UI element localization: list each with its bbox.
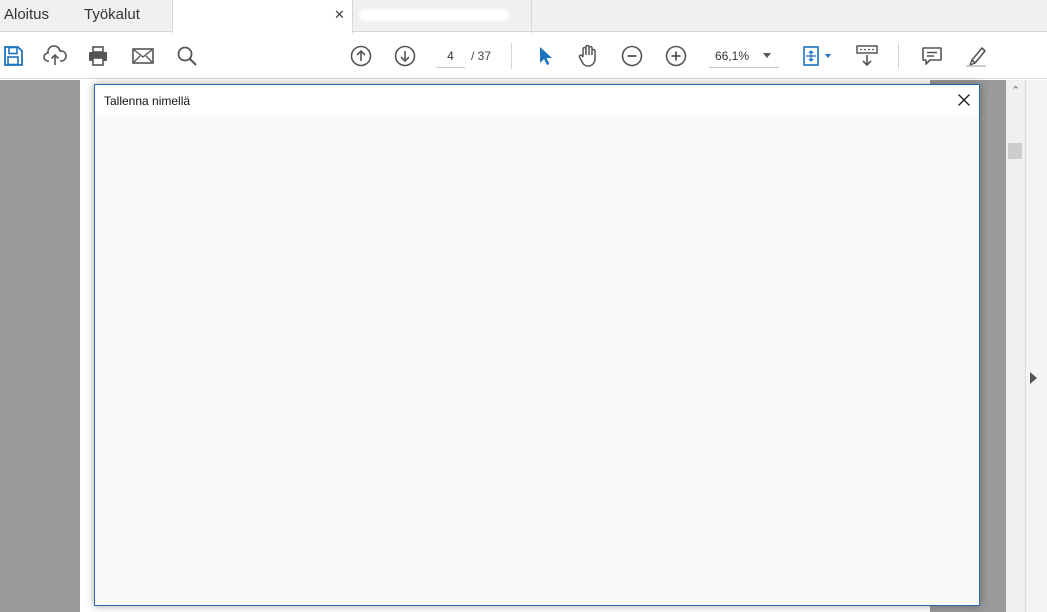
select-cursor-icon[interactable] [532, 43, 558, 69]
tab-home[interactable]: Aloitus [4, 0, 49, 32]
tab-tools[interactable]: Työkalut [84, 0, 140, 32]
scrollbar-thumb[interactable] [1008, 143, 1022, 159]
chevron-down-icon [763, 53, 771, 58]
cloud-upload-icon[interactable] [42, 43, 68, 69]
scroll-mode-icon[interactable] [854, 43, 880, 69]
save-icon[interactable] [0, 43, 26, 69]
toolbar-separator [898, 43, 899, 69]
toolbar-separator [511, 43, 512, 69]
tab-bar: Aloitus Työkalut ✕ [0, 0, 1047, 33]
dialog-titlebar[interactable]: Tallenna nimellä [95, 85, 979, 115]
print-icon[interactable] [85, 43, 111, 69]
close-icon[interactable] [955, 91, 973, 109]
tab-document-2[interactable] [352, 0, 532, 33]
right-pane [1025, 80, 1047, 612]
hand-tool-icon[interactable] [575, 43, 601, 69]
expand-panel-icon[interactable] [1030, 372, 1037, 384]
redacted-title [359, 9, 509, 21]
page-number-input[interactable] [436, 44, 465, 68]
zoom-dropdown[interactable]: 66,1% [709, 44, 779, 68]
dialog-title: Tallenna nimellä [104, 94, 191, 108]
zoom-out-icon[interactable] [619, 43, 645, 69]
save-as-dialog: Tallenna nimellä [94, 84, 980, 606]
vertical-scrollbar[interactable]: ⌃ [1006, 80, 1025, 612]
scroll-up-icon[interactable]: ⌃ [1011, 84, 1020, 97]
zoom-value: 66,1% [715, 49, 750, 63]
toolbar: / 37 66,1% [0, 33, 1047, 79]
search-icon[interactable] [174, 43, 200, 69]
redacted-title [193, 8, 325, 22]
next-page-icon[interactable] [392, 43, 418, 69]
email-icon[interactable] [130, 43, 156, 69]
zoom-in-icon[interactable] [663, 43, 689, 69]
previous-page-icon[interactable] [348, 43, 374, 69]
highlight-pen-icon[interactable] [963, 43, 989, 69]
comment-icon[interactable] [919, 43, 945, 69]
page-total: / 37 [471, 49, 492, 63]
fit-page-icon[interactable] [798, 43, 836, 69]
tab-document-1-close-icon[interactable]: ✕ [334, 7, 345, 23]
tab-document-1[interactable]: ✕ [172, 0, 353, 33]
